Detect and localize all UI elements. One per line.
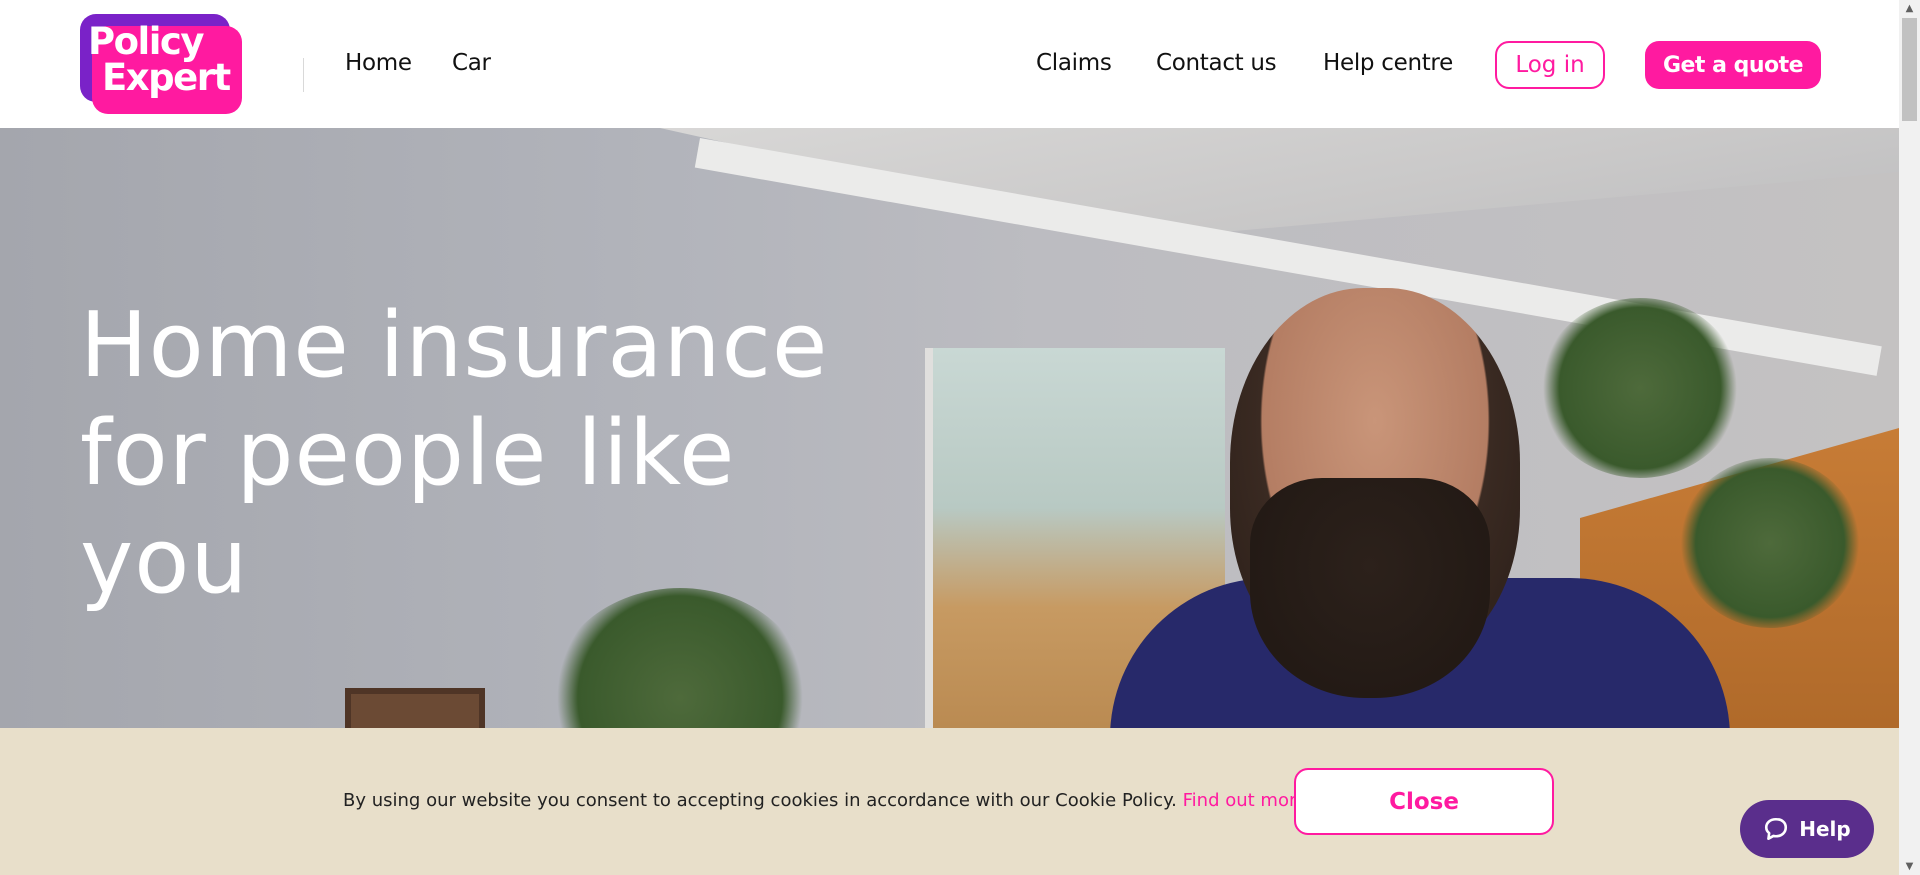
hero-plant-top — [1540, 298, 1740, 478]
chat-bubble-icon — [1765, 817, 1788, 841]
nav-link-home[interactable]: Home — [345, 50, 412, 76]
nav-link-claims[interactable]: Claims — [1036, 50, 1112, 76]
scroll-up-arrow-icon[interactable]: ▲ — [1899, 0, 1920, 17]
cookie-find-out-more-link[interactable]: Find out more — [1183, 790, 1307, 811]
hero-plant-shelf — [1680, 458, 1860, 628]
login-button[interactable]: Log in — [1495, 41, 1605, 89]
scroll-thumb[interactable] — [1902, 18, 1917, 121]
help-chat-button[interactable]: Help — [1740, 800, 1874, 858]
hero-title-line2: for people like — [80, 401, 736, 506]
nav-link-help-centre[interactable]: Help centre — [1323, 50, 1453, 76]
help-label: Help — [1799, 817, 1851, 841]
cookie-message-text: By using our website you consent to acce… — [343, 790, 1177, 811]
nav-link-car[interactable]: Car — [452, 50, 491, 76]
logo-line2: Expert — [102, 56, 231, 99]
hero-title: Home insurance for people like you — [80, 292, 900, 616]
page-scrollbar[interactable]: ▲ ▼ — [1899, 0, 1920, 875]
logo-text: Policy Expert — [88, 20, 231, 99]
nav-link-contact-us[interactable]: Contact us — [1156, 50, 1277, 76]
logo-line1: Policy — [88, 20, 204, 63]
cookie-message: By using our website you consent to acce… — [343, 790, 1307, 811]
site-header: Policy Expert Home Car Claims Contact us… — [0, 0, 1899, 128]
get-a-quote-button[interactable]: Get a quote — [1645, 41, 1821, 89]
nav-divider — [303, 58, 304, 92]
cookie-close-button[interactable]: Close — [1294, 768, 1554, 835]
hero-photo-frame — [345, 688, 485, 728]
scroll-down-arrow-icon[interactable]: ▼ — [1899, 858, 1920, 875]
hero-title-line3: you — [80, 509, 249, 614]
policy-expert-logo[interactable]: Policy Expert — [80, 14, 242, 114]
hero-title-line1: Home insurance — [80, 293, 829, 398]
hero-person-beard — [1250, 478, 1490, 698]
